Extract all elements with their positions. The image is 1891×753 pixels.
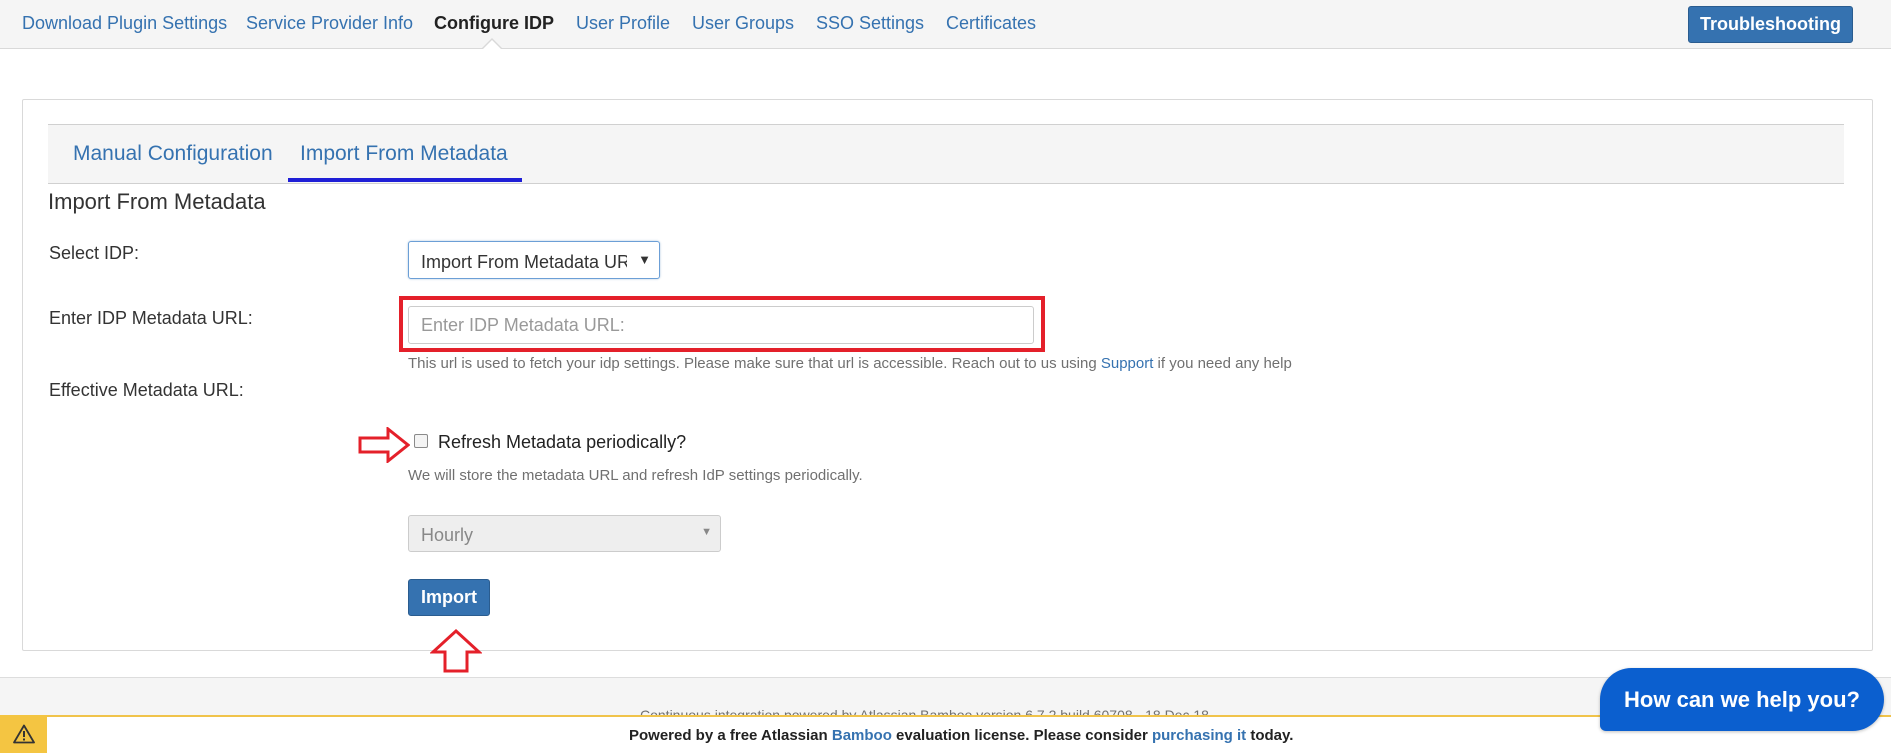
license-text-middle: evaluation license. Please consider [891,727,1152,744]
troubleshooting-button[interactable]: Troubleshooting [1688,6,1853,43]
effective-url-label: Effective Metadata URL: [49,380,244,400]
metadata-url-label: Enter IDP Metadata URL: [49,308,253,328]
nav-user-groups[interactable]: User Groups [692,13,794,34]
annotation-arrow-right-icon [358,427,410,463]
warning-badge [0,715,47,753]
bamboo-link[interactable]: Bamboo [832,727,892,744]
annotation-arrow-up-icon [430,628,482,673]
refresh-frequency-value: Hourly [421,525,474,545]
active-nav-caret-fill [482,40,502,50]
nav-certificates[interactable]: Certificates [946,13,1036,34]
metadata-url-help: This url is used to fetch your idp setti… [408,355,1292,372]
license-text: Powered by a free Atlassian Bamboo evalu… [629,727,1293,744]
section-title: Import From Metadata [48,189,266,214]
refresh-periodically-label[interactable]: Refresh Metadata periodically? [438,432,686,453]
help-text-after: if you need any help [1153,355,1292,372]
nav-service-provider-info[interactable]: Service Provider Info [246,13,413,34]
help-chat-widget[interactable]: How can we help you? [1600,668,1884,731]
caret-down-icon: ▼ [638,252,651,267]
import-button[interactable]: Import [408,579,490,616]
tab-import-from-metadata[interactable]: Import From Metadata [300,142,508,166]
nav-configure-idp[interactable]: Configure IDP [434,13,554,34]
tab-manual-configuration[interactable]: Manual Configuration [73,142,273,166]
select-idp-value: Import From Metadata URL [421,252,627,272]
nav-user-profile[interactable]: User Profile [576,13,670,34]
configuration-tabs: Manual Configuration Import From Metadat… [48,124,1844,184]
select-idp-label: Select IDP: [49,243,140,263]
refresh-periodically-checkbox[interactable] [414,434,428,448]
license-text-after: today. [1246,727,1294,744]
refresh-help-text: We will store the metadata URL and refre… [408,467,863,484]
nav-sso-settings[interactable]: SSO Settings [816,13,924,34]
license-text-before: Powered by a free Atlassian [629,727,832,744]
nav-download-plugin-settings[interactable]: Download Plugin Settings [22,13,227,34]
warning-icon [12,724,35,744]
active-tab-underline [288,178,522,182]
purchasing-link[interactable]: purchasing it [1152,727,1246,744]
metadata-url-input[interactable] [408,306,1034,344]
help-text-before: This url is used to fetch your idp setti… [408,355,1101,372]
caret-down-icon: ▼ [701,526,712,538]
select-idp-dropdown[interactable]: Import From Metadata URL ▼ [408,241,660,279]
top-navigation: Download Plugin Settings Service Provide… [0,0,1891,49]
refresh-frequency-select: Hourly ▼ [408,515,721,552]
support-link[interactable]: Support [1101,355,1154,372]
